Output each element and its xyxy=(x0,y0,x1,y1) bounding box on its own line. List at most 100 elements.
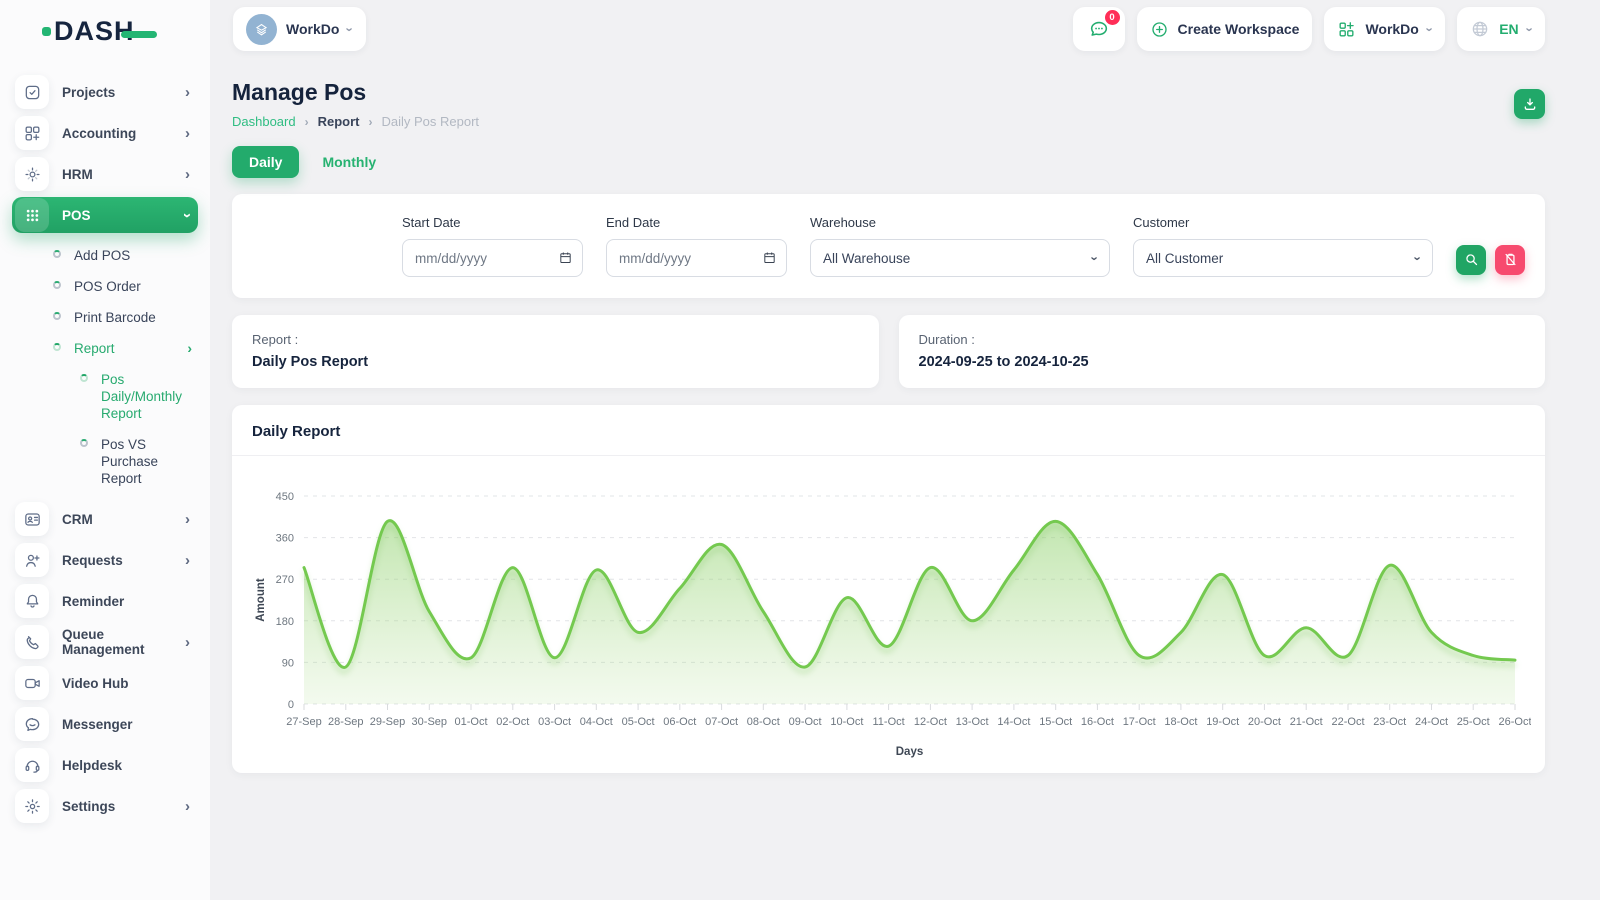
search-button[interactable] xyxy=(1456,245,1486,275)
report-period-tabs: Daily Monthly xyxy=(232,146,1545,178)
sidebar-item-add-pos[interactable]: Add POS xyxy=(53,247,192,264)
page-title: Manage Pos xyxy=(232,79,479,106)
svg-text:09-Oct: 09-Oct xyxy=(789,716,822,728)
svg-text:450: 450 xyxy=(276,491,294,503)
topbar: WorkDo › 0 Create Workspace WorkDo › EN … xyxy=(210,0,1600,58)
svg-text:11-Oct: 11-Oct xyxy=(872,716,904,728)
report-value: Daily Pos Report xyxy=(252,354,859,370)
calendar-icon xyxy=(762,250,777,265)
chart-header: Daily Report xyxy=(232,405,1545,456)
chevron-right-icon: › xyxy=(187,340,192,357)
svg-text:06-Oct: 06-Oct xyxy=(663,716,696,728)
start-date-input[interactable] xyxy=(402,239,583,277)
bullet-ring-icon xyxy=(53,281,61,289)
tab-daily[interactable]: Daily xyxy=(232,146,299,178)
sidebar-item-crm[interactable]: CRM › xyxy=(12,501,198,537)
sidebar-item-print-barcode[interactable]: Print Barcode xyxy=(53,309,192,326)
breadcrumb-report[interactable]: Report xyxy=(318,114,360,129)
breadcrumb-dashboard[interactable]: Dashboard xyxy=(232,114,296,129)
end-date-label: End Date xyxy=(606,215,787,230)
duration-label: Duration : xyxy=(919,332,1526,347)
report-card: Report : Daily Pos Report xyxy=(232,315,879,388)
sidebar-item-pos-daily-monthly-report[interactable]: Pos Daily/Monthly Report xyxy=(80,371,192,422)
summary-cards: Report : Daily Pos Report Duration : 202… xyxy=(232,315,1545,388)
sidebar-item-projects[interactable]: Projects › xyxy=(12,74,198,110)
breadcrumb-current: Daily Pos Report xyxy=(382,114,480,129)
chevron-right-icon: › xyxy=(185,512,190,527)
svg-text:13-Oct: 13-Oct xyxy=(956,716,989,728)
customer-field: Customer All Customer › xyxy=(1133,215,1433,277)
warehouse-select[interactable]: All Warehouse › xyxy=(810,239,1110,277)
gear-icon xyxy=(15,789,49,823)
sidebar-nav: Projects›Accounting›HRM›POS›Add POSPOS O… xyxy=(0,62,210,824)
svg-text:29-Sep: 29-Sep xyxy=(370,716,405,728)
sidebar-item-accounting[interactable]: Accounting› xyxy=(12,115,198,151)
sidebar-item-requests[interactable]: Requests› xyxy=(12,542,198,578)
sidebar-item-settings[interactable]: Settings› xyxy=(12,788,198,824)
id-card-icon xyxy=(15,502,49,536)
chevron-right-icon: › xyxy=(185,85,190,100)
building-layers-icon xyxy=(253,21,270,38)
language-selector[interactable]: EN › xyxy=(1457,7,1545,51)
sidebar-item-report[interactable]: Report› xyxy=(53,340,192,357)
sidebar-item-hrm[interactable]: HRM› xyxy=(12,156,198,192)
sidebar: DASH Projects›Accounting›HRM›POS›Add POS… xyxy=(0,0,210,900)
download-icon xyxy=(1522,96,1538,112)
svg-text:21-Oct: 21-Oct xyxy=(1290,716,1323,728)
daily-report-card: Daily Report 09018027036045027-Sep28-Sep… xyxy=(232,405,1545,773)
main-content: Manage Pos Dashboard › Report › Daily Po… xyxy=(232,58,1545,773)
sidebar-item-label: Pos VS Purchase Report xyxy=(101,436,192,487)
svg-text:19-Oct: 19-Oct xyxy=(1206,716,1239,728)
logo-dot xyxy=(42,27,51,36)
svg-text:05-Oct: 05-Oct xyxy=(622,716,655,728)
bullet-ring-icon xyxy=(80,439,88,447)
workspace-switcher[interactable]: WorkDo › xyxy=(1324,7,1445,51)
sidebar-item-pos[interactable]: POS› xyxy=(12,197,198,233)
messages-button[interactable]: 0 xyxy=(1073,7,1125,51)
svg-text:01-Oct: 01-Oct xyxy=(454,716,487,728)
download-button[interactable] xyxy=(1514,89,1545,119)
svg-text:02-Oct: 02-Oct xyxy=(496,716,529,728)
svg-text:04-Oct: 04-Oct xyxy=(580,716,613,728)
topbar-actions: 0 Create Workspace WorkDo › EN › xyxy=(1073,7,1545,51)
workspace-pill[interactable]: WorkDo › xyxy=(233,7,366,51)
sidebar-item-label: Reminder xyxy=(62,594,124,609)
sidebar-item-reminder[interactable]: Reminder xyxy=(12,583,198,619)
daily-report-area-chart: 09018027036045027-Sep28-Sep29-Sep30-Sep0… xyxy=(246,470,1531,762)
svg-text:14-Oct: 14-Oct xyxy=(997,716,1030,728)
svg-text:360: 360 xyxy=(276,533,294,545)
chevron-down-icon: › xyxy=(180,213,195,218)
sidebar-item-label: CRM xyxy=(62,512,93,527)
end-date-input[interactable] xyxy=(606,239,787,277)
svg-text:08-Oct: 08-Oct xyxy=(747,716,780,728)
sidebar-item-label: Projects xyxy=(62,85,115,100)
sidebar-item-messenger[interactable]: Messenger xyxy=(12,706,198,742)
bullet-ring-icon xyxy=(80,374,88,382)
customer-select[interactable]: All Customer › xyxy=(1133,239,1433,277)
sidebar-item-pos-vs-purchase-report[interactable]: Pos VS Purchase Report xyxy=(80,436,192,487)
chevron-right-icon: › xyxy=(185,126,190,141)
sidebar-item-label: Queue Management xyxy=(62,627,172,657)
sidebar-item-queue-management[interactable]: Queue Management › xyxy=(12,624,198,660)
report-label: Report : xyxy=(252,332,859,347)
sidebar-item-pos-order[interactable]: POS Order xyxy=(53,278,192,295)
sidebar-item-video-hub[interactable]: Video Hub xyxy=(12,665,198,701)
clear-filter-icon xyxy=(1503,252,1518,267)
grid-plus-icon xyxy=(15,116,49,150)
app-window: DASH Projects›Accounting›HRM›POS›Add POS… xyxy=(0,0,1600,900)
svg-text:24-Oct: 24-Oct xyxy=(1415,716,1448,728)
filter-panel: Start Date End Date Warehouse All Wareho… xyxy=(232,194,1545,298)
bullet-ring-icon xyxy=(53,343,61,351)
svg-text:17-Oct: 17-Oct xyxy=(1123,716,1156,728)
svg-text:Days: Days xyxy=(896,746,924,758)
clear-filter-button[interactable] xyxy=(1495,245,1525,275)
chevron-right-icon: › xyxy=(185,635,190,650)
svg-text:03-Oct: 03-Oct xyxy=(538,716,571,728)
chevron-right-icon: › xyxy=(305,115,309,129)
chevron-right-icon: › xyxy=(185,167,190,182)
create-workspace-button[interactable]: Create Workspace xyxy=(1137,7,1313,51)
sidebar-item-helpdesk[interactable]: Helpdesk xyxy=(12,747,198,783)
tab-monthly[interactable]: Monthly xyxy=(305,146,393,178)
svg-text:22-Oct: 22-Oct xyxy=(1331,716,1364,728)
chevron-down-icon: › xyxy=(1423,27,1438,31)
